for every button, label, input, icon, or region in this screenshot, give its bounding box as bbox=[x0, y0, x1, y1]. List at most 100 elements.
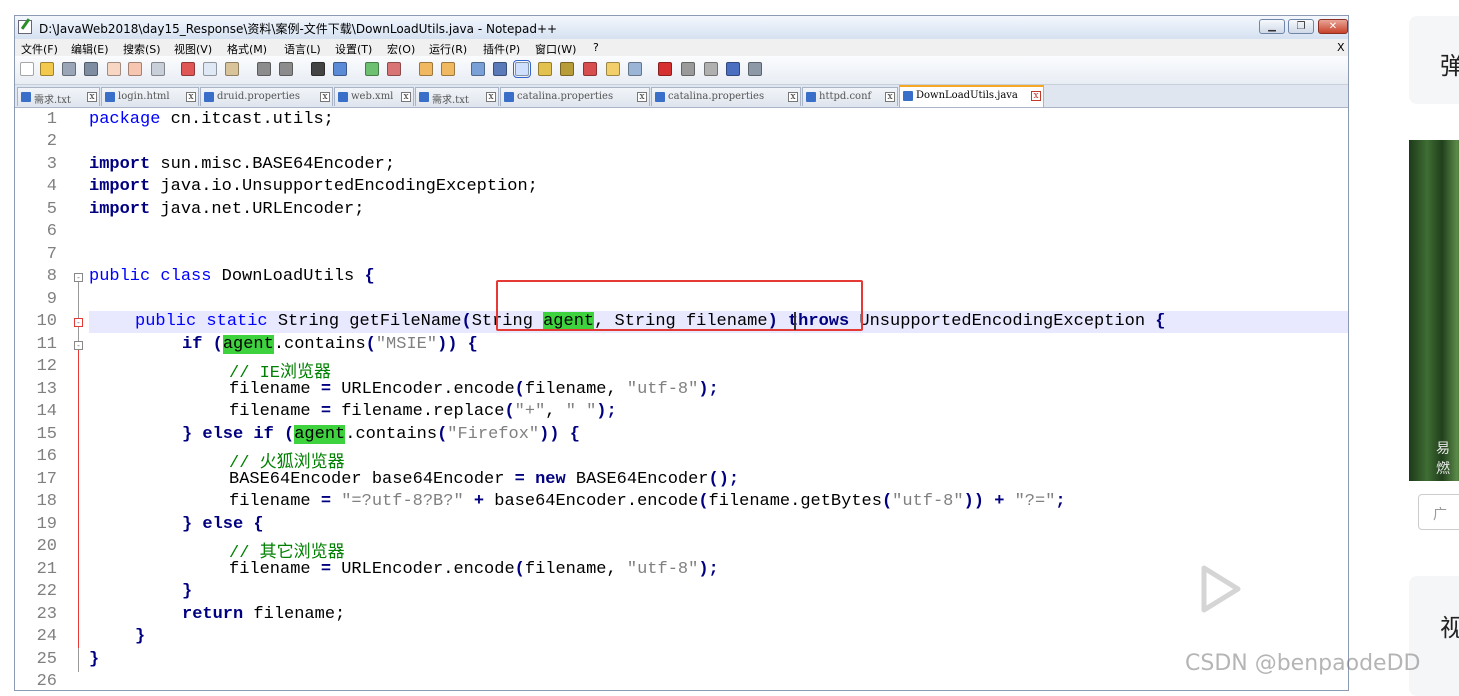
semicolon: ; bbox=[1055, 492, 1066, 511]
menu-run[interactable]: 运行(R) bbox=[429, 41, 467, 57]
tab-close-icon[interactable]: x bbox=[885, 92, 895, 102]
close-all-icon[interactable] bbox=[128, 62, 142, 76]
print-icon[interactable] bbox=[151, 62, 165, 76]
video-play-icon[interactable] bbox=[1162, 530, 1272, 632]
tab-catalina-properties-1[interactable]: catalina.properties x bbox=[500, 87, 650, 106]
menu-close-document[interactable]: X bbox=[1337, 41, 1345, 54]
save-macro-icon[interactable] bbox=[748, 62, 762, 76]
copy-icon[interactable] bbox=[203, 62, 217, 76]
code-line-19: } else { bbox=[182, 515, 264, 534]
tab-downloadutils-java[interactable]: DownLoadUtils.java x bbox=[899, 85, 1044, 107]
tab-druid-properties[interactable]: druid.properties x bbox=[200, 87, 333, 106]
monitoring-icon[interactable] bbox=[628, 62, 642, 76]
keyword: if bbox=[253, 425, 274, 444]
fold-line-method bbox=[78, 350, 79, 648]
open-file-icon[interactable] bbox=[40, 62, 54, 76]
tab-close-icon[interactable]: x bbox=[87, 92, 97, 102]
cut-icon[interactable] bbox=[181, 62, 195, 76]
menu-file[interactable]: 文件(F) bbox=[21, 41, 58, 57]
fold-toggle-class[interactable]: - bbox=[74, 273, 83, 282]
zoom-out-icon[interactable] bbox=[387, 62, 401, 76]
tab-close-icon[interactable]: x bbox=[186, 92, 196, 102]
keyword: import bbox=[89, 177, 151, 196]
line-number: 23 bbox=[36, 605, 57, 624]
code-text: URLEncoder.encode bbox=[331, 380, 515, 399]
menu-macro[interactable]: 宏(O) bbox=[387, 41, 415, 57]
zoom-in-icon[interactable] bbox=[365, 62, 379, 76]
maximize-button[interactable]: ❐ bbox=[1288, 19, 1314, 34]
sync-horizontal-icon[interactable] bbox=[441, 62, 455, 76]
code-text: cn.itcast.utils; bbox=[160, 110, 334, 129]
save-all-icon[interactable] bbox=[84, 62, 98, 76]
tab-web-xml[interactable]: web.xml x bbox=[334, 87, 414, 106]
code-text-area[interactable]: package cn.itcast.utils; import sun.misc… bbox=[89, 108, 1348, 690]
line-number: 2 bbox=[46, 132, 57, 151]
menu-edit[interactable]: 编辑(E) bbox=[71, 41, 109, 57]
code-text: java.io.UnsupportedEncodingException; bbox=[150, 177, 538, 196]
tab-close-icon[interactable]: x bbox=[486, 92, 496, 102]
code-text: filename.getBytes bbox=[708, 492, 882, 511]
title-bar[interactable]: D:\JavaWeb2018\day15_Response\资料\案例-文件下载… bbox=[15, 16, 1348, 39]
tab-catalina-properties-2[interactable]: catalina.properties x bbox=[651, 87, 801, 106]
folder-workspace-icon[interactable] bbox=[606, 62, 620, 76]
function-list-icon[interactable] bbox=[583, 62, 597, 76]
line-number: 24 bbox=[36, 627, 57, 646]
record-macro-icon[interactable] bbox=[658, 62, 672, 76]
fold-toggle-if[interactable]: - bbox=[74, 341, 83, 350]
code-editor[interactable]: 1 2 3 4 5 6 7 8 9 10 11 12 13 14 15 16 1… bbox=[15, 108, 1348, 690]
tab-close-icon[interactable]: x bbox=[320, 92, 330, 102]
new-file-icon[interactable] bbox=[20, 62, 34, 76]
replace-icon[interactable] bbox=[333, 62, 347, 76]
run-macro-multiple-icon[interactable] bbox=[726, 62, 740, 76]
paren: ); bbox=[596, 402, 617, 421]
menu-search[interactable]: 搜索(S) bbox=[123, 41, 161, 57]
fold-toggle-method[interactable]: - bbox=[74, 318, 83, 327]
menu-format[interactable]: 格式(M) bbox=[227, 41, 267, 57]
tab-close-icon[interactable]: x bbox=[637, 92, 647, 102]
tab-requirements-2[interactable]: 需求.txt x bbox=[415, 87, 499, 106]
word-wrap-icon[interactable] bbox=[471, 62, 485, 76]
line-number: 7 bbox=[46, 245, 57, 264]
ad-image[interactable] bbox=[1409, 140, 1459, 481]
menu-plugins[interactable]: 插件(P) bbox=[483, 41, 520, 57]
tab-close-icon[interactable]: x bbox=[1031, 91, 1041, 101]
show-all-chars-icon[interactable] bbox=[493, 62, 507, 76]
sync-vertical-icon[interactable] bbox=[419, 62, 433, 76]
close-icon[interactable] bbox=[107, 62, 121, 76]
save-icon[interactable] bbox=[62, 62, 76, 76]
menu-language[interactable]: 语言(L) bbox=[284, 41, 321, 57]
menu-help[interactable]: ? bbox=[593, 41, 599, 54]
playback-icon[interactable] bbox=[704, 62, 718, 76]
code-line-24: } bbox=[135, 627, 145, 646]
stop-record-icon[interactable] bbox=[681, 62, 695, 76]
user-lang-icon[interactable] bbox=[538, 62, 552, 76]
doc-map-icon[interactable] bbox=[560, 62, 574, 76]
tab-close-icon[interactable]: x bbox=[401, 92, 411, 102]
code-line-22: } bbox=[182, 582, 192, 601]
menu-view[interactable]: 视图(V) bbox=[174, 41, 212, 57]
tab-label: DownLoadUtils.java bbox=[916, 90, 1018, 101]
tab-close-icon[interactable]: x bbox=[788, 92, 798, 102]
undo-icon[interactable] bbox=[257, 62, 271, 76]
close-window-button[interactable]: ✕ bbox=[1318, 19, 1348, 34]
code-line-11: if (agent.contains("MSIE")) { bbox=[182, 335, 478, 354]
tab-login-html[interactable]: login.html x bbox=[101, 87, 199, 106]
indent-guide-icon[interactable] bbox=[513, 60, 531, 78]
keyword: import bbox=[89, 200, 151, 219]
minimize-button[interactable]: ▁ bbox=[1259, 19, 1285, 34]
paste-icon[interactable] bbox=[225, 62, 239, 76]
find-icon[interactable] bbox=[311, 62, 325, 76]
paren: ); bbox=[698, 380, 719, 399]
paren: )) bbox=[963, 492, 984, 511]
code-text: base64Encoder.encode bbox=[484, 492, 699, 511]
tab-requirements-1[interactable]: 需求.txt x bbox=[17, 87, 100, 106]
tab-label: login.html bbox=[118, 91, 170, 102]
menu-settings[interactable]: 设置(T) bbox=[335, 41, 372, 57]
redo-icon[interactable] bbox=[279, 62, 293, 76]
csdn-watermark: CSDN @benpaodeDD bbox=[1185, 651, 1421, 676]
file-icon bbox=[338, 92, 348, 102]
menu-window[interactable]: 窗口(W) bbox=[535, 41, 576, 57]
line-number: 5 bbox=[46, 200, 57, 219]
keyword: public bbox=[89, 267, 151, 286]
tab-httpd-conf[interactable]: httpd.conf x bbox=[802, 87, 898, 106]
